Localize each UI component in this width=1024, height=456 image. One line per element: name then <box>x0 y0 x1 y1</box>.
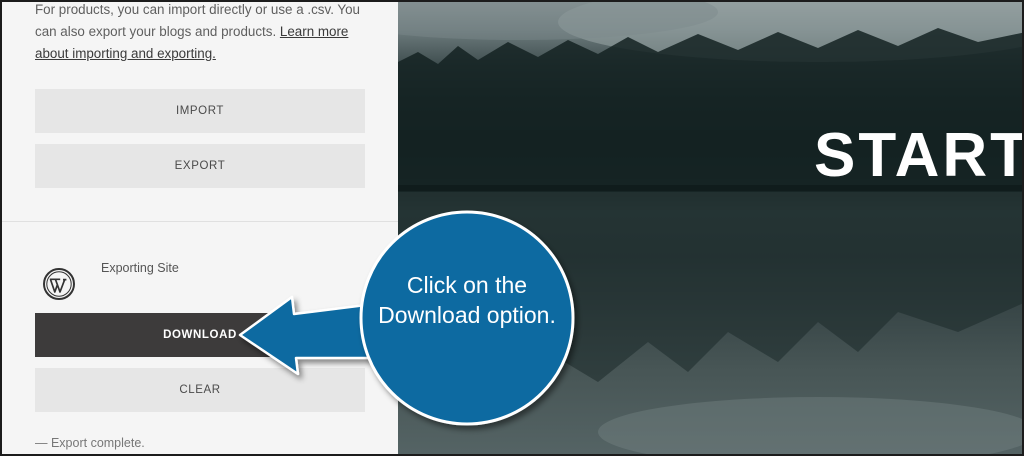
import-export-panel: For products, you can import directly or… <box>2 2 398 454</box>
callout-text: Click on the Download option. <box>378 272 556 328</box>
intro-text: For products, you can import directly or… <box>35 2 375 65</box>
hero-title: START <box>814 121 1024 190</box>
export-status-text: — Export complete. <box>35 436 145 450</box>
wordpress-logo-icon <box>43 268 75 300</box>
download-button[interactable]: DOWNLOAD <box>35 313 365 357</box>
section-divider <box>2 221 398 222</box>
hero-banner: START <box>398 2 1024 454</box>
export-item-title: Exporting Site <box>101 261 179 275</box>
screenshot-frame: For products, you can import directly or… <box>0 0 1024 456</box>
import-button[interactable]: IMPORT <box>35 89 365 133</box>
clear-button[interactable]: CLEAR <box>35 368 365 412</box>
lake-forest-background <box>398 2 1022 454</box>
export-button[interactable]: EXPORT <box>35 144 365 188</box>
